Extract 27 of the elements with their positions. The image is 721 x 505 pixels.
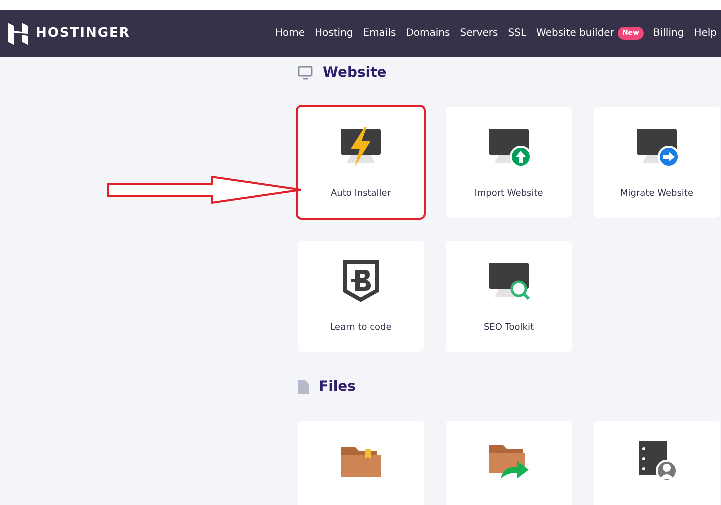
tool-card[interactable]: Learn to code — [298, 241, 424, 352]
section-heading: Files — [319, 378, 356, 396]
card-label: SEO Toolkit — [484, 322, 534, 335]
document-icon — [298, 380, 309, 394]
card-label: Learn to code — [330, 322, 392, 335]
section-heading: Website — [323, 64, 387, 82]
brand-name: HOSTINGER — [36, 24, 130, 43]
card-label: Import Website — [474, 188, 544, 201]
brand-logo-icon — [8, 22, 28, 44]
tool-card[interactable] — [594, 421, 720, 505]
card-label: Migrate Website — [620, 188, 694, 201]
nav-link[interactable]: Website builder — [536, 26, 614, 41]
tool-card[interactable]: Import Website — [446, 107, 572, 218]
nav-link[interactable]: Billing — [654, 26, 684, 41]
nav-link[interactable]: Home — [275, 26, 306, 41]
card-label: Auto Installer — [330, 188, 392, 201]
nav-link[interactable]: SSL — [508, 26, 527, 41]
tool-card[interactable]: SEO Toolkit — [446, 241, 572, 352]
monitor-icon — [298, 66, 313, 80]
nav-link[interactable]: Help — [694, 26, 717, 41]
nav-link[interactable]: Hosting — [315, 26, 354, 41]
tool-card[interactable]: Auto Installer — [298, 107, 424, 218]
nav-link[interactable]: Servers — [460, 26, 498, 41]
nav-link[interactable]: Domains — [406, 26, 450, 41]
shield-letter-icon — [341, 259, 381, 303]
tool-card[interactable]: Migrate Website — [594, 107, 720, 218]
nav-link[interactable]: Emails — [363, 26, 396, 41]
